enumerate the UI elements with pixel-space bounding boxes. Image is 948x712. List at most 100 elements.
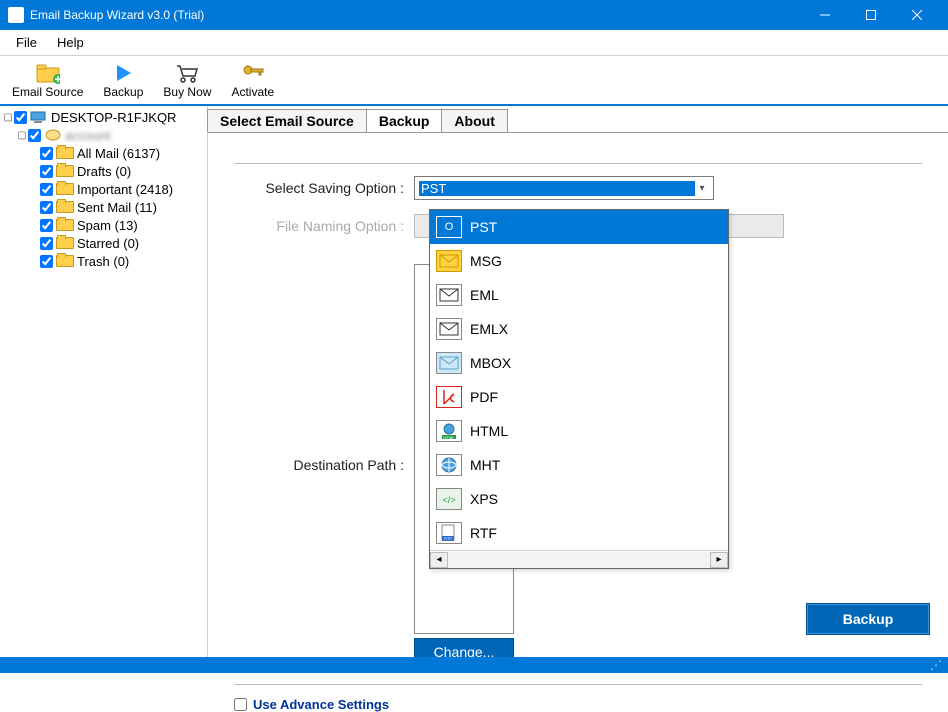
eml-icon bbox=[436, 284, 462, 306]
tree-checkbox[interactable] bbox=[40, 147, 53, 160]
folder-icon bbox=[56, 218, 74, 232]
tree-checkbox[interactable] bbox=[40, 255, 53, 268]
folder-add-icon bbox=[36, 61, 60, 85]
dropdown-option-emlx[interactable]: EMLX bbox=[430, 312, 728, 346]
saving-option-select[interactable]: PST ▾ bbox=[414, 176, 714, 200]
dropdown-hscroll[interactable]: ◂ ▸ bbox=[430, 550, 728, 568]
mht-icon bbox=[436, 454, 462, 476]
folder-icon bbox=[56, 254, 74, 268]
emlx-icon bbox=[436, 318, 462, 340]
scroll-left-icon[interactable]: ◂ bbox=[430, 552, 448, 568]
toolbar-activate[interactable]: Activate bbox=[223, 59, 282, 101]
dropdown-option-pst[interactable]: OPST bbox=[430, 210, 728, 244]
tree-checkbox[interactable] bbox=[40, 219, 53, 232]
svg-text:</>: </> bbox=[442, 495, 455, 505]
backup-button[interactable]: Backup bbox=[806, 603, 930, 635]
menu-help[interactable]: Help bbox=[47, 33, 94, 52]
folder-icon bbox=[56, 236, 74, 250]
cart-icon bbox=[175, 61, 199, 85]
dropdown-list[interactable]: OPST MSG EML EMLX MBOX PDF HTMLHTML MHT … bbox=[430, 210, 728, 550]
close-button[interactable] bbox=[894, 0, 940, 30]
divider bbox=[234, 684, 922, 685]
tree-label: account bbox=[65, 128, 111, 143]
maximize-button[interactable] bbox=[848, 0, 894, 30]
tree-label: Spam (13) bbox=[77, 218, 138, 233]
folder-icon bbox=[56, 200, 74, 214]
tab-about[interactable]: About bbox=[441, 109, 507, 132]
menubar: File Help bbox=[0, 30, 948, 56]
toolbar-buy-now[interactable]: Buy Now bbox=[155, 59, 219, 101]
saving-option-dropdown[interactable]: OPST MSG EML EMLX MBOX PDF HTMLHTML MHT … bbox=[429, 209, 729, 569]
tree-checkbox[interactable] bbox=[40, 165, 53, 178]
row-saving-option: Select Saving Option : PST ▾ bbox=[234, 176, 922, 200]
dropdown-option-rtf[interactable]: RTFRTF bbox=[430, 516, 728, 550]
tree-folder[interactable]: Important (2418) bbox=[2, 180, 205, 198]
collapse-icon[interactable]: ▢ bbox=[2, 112, 14, 123]
msg-icon bbox=[436, 250, 462, 272]
xps-icon: </> bbox=[436, 488, 462, 510]
tree-checkbox[interactable] bbox=[40, 183, 53, 196]
toolbar-label: Backup bbox=[103, 85, 143, 99]
toolbar-email-source[interactable]: Email Source bbox=[4, 59, 91, 101]
advance-settings-checkbox[interactable] bbox=[234, 698, 247, 711]
tab-backup[interactable]: Backup bbox=[366, 109, 443, 132]
tree-folder[interactable]: Sent Mail (11) bbox=[2, 198, 205, 216]
minimize-button[interactable] bbox=[802, 0, 848, 30]
tree-label: Trash (0) bbox=[77, 254, 129, 269]
tree-label: Important (2418) bbox=[77, 182, 173, 197]
dropdown-option-mbox[interactable]: MBOX bbox=[430, 346, 728, 380]
window-title: Email Backup Wizard v3.0 (Trial) bbox=[30, 8, 802, 22]
tree-checkbox[interactable] bbox=[40, 201, 53, 214]
scroll-right-icon[interactable]: ▸ bbox=[710, 552, 728, 568]
dropdown-option-mht[interactable]: MHT bbox=[430, 448, 728, 482]
tree-folder[interactable]: Starred (0) bbox=[2, 234, 205, 252]
toolbar-backup[interactable]: Backup bbox=[95, 59, 151, 101]
computer-icon bbox=[30, 110, 48, 124]
collapse-icon[interactable]: ▢ bbox=[16, 130, 28, 141]
advance-settings-label: Use Advance Settings bbox=[253, 697, 389, 712]
saving-option-label: Select Saving Option : bbox=[234, 180, 404, 196]
destination-label: Destination Path : bbox=[234, 457, 404, 473]
tree-label: Sent Mail (11) bbox=[77, 200, 157, 215]
tree-folder[interactable]: Spam (13) bbox=[2, 216, 205, 234]
tree-label: DESKTOP-R1FJKQR bbox=[51, 110, 176, 125]
menu-file[interactable]: File bbox=[6, 33, 47, 52]
scroll-track[interactable] bbox=[448, 552, 710, 568]
play-icon bbox=[111, 61, 135, 85]
file-naming-label: File Naming Option : bbox=[234, 218, 404, 234]
toolbar: Email Source Backup Buy Now Activate bbox=[0, 56, 948, 106]
rtf-icon: RTF bbox=[436, 522, 462, 544]
advance-settings-row[interactable]: Use Advance Settings bbox=[234, 697, 922, 712]
html-icon: HTML bbox=[436, 420, 462, 442]
tree-root[interactable]: ▢ DESKTOP-R1FJKQR bbox=[2, 108, 205, 126]
tree-checkbox[interactable] bbox=[28, 129, 41, 142]
tree-checkbox[interactable] bbox=[40, 237, 53, 250]
resize-grip-icon[interactable]: ⋰ bbox=[930, 658, 944, 672]
tree-label: All Mail (6137) bbox=[77, 146, 160, 161]
tab-select-source[interactable]: Select Email Source bbox=[207, 109, 367, 132]
mail-account-icon bbox=[44, 128, 62, 142]
chevron-down-icon: ▾ bbox=[695, 183, 709, 194]
folder-icon bbox=[56, 164, 74, 178]
folder-tree: ▢ DESKTOP-R1FJKQR ▢ account All Mail (61… bbox=[0, 106, 208, 657]
dropdown-option-msg[interactable]: MSG bbox=[430, 244, 728, 278]
pst-icon: O bbox=[436, 216, 462, 238]
statusbar: ⋰ bbox=[0, 657, 948, 673]
svg-text:RTF: RTF bbox=[444, 536, 452, 541]
dropdown-option-html[interactable]: HTMLHTML bbox=[430, 414, 728, 448]
tree-checkbox[interactable] bbox=[14, 111, 27, 124]
dropdown-option-xps[interactable]: </>XPS bbox=[430, 482, 728, 516]
dropdown-option-pdf[interactable]: PDF bbox=[430, 380, 728, 414]
dropdown-option-eml[interactable]: EML bbox=[430, 278, 728, 312]
tree-account[interactable]: ▢ account bbox=[2, 126, 205, 144]
tree-folder[interactable]: All Mail (6137) bbox=[2, 144, 205, 162]
folder-icon bbox=[56, 182, 74, 196]
tabstrip: Select Email Source Backup About bbox=[207, 106, 948, 132]
tree-label: Drafts (0) bbox=[77, 164, 131, 179]
app-icon bbox=[8, 7, 24, 23]
tree-folder[interactable]: Drafts (0) bbox=[2, 162, 205, 180]
folder-icon bbox=[56, 146, 74, 160]
tree-folder[interactable]: Trash (0) bbox=[2, 252, 205, 270]
svg-text:HTML: HTML bbox=[444, 435, 456, 440]
mbox-icon bbox=[436, 352, 462, 374]
